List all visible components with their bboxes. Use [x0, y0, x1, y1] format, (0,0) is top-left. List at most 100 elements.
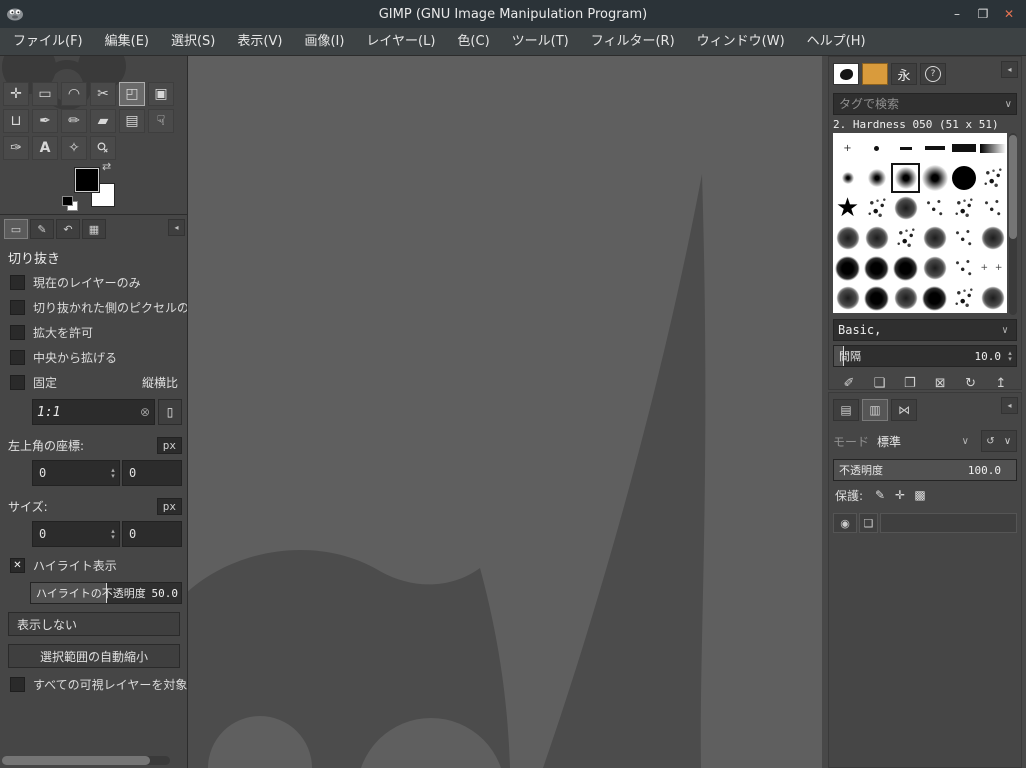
lock-position-button[interactable]: ✛ [890, 486, 910, 504]
dock-menu-icon[interactable]: ◂ [1001, 397, 1018, 414]
position-x-spinner[interactable]: 0 ▴ ▾ [32, 460, 120, 486]
zoom-tool-button[interactable]: ♀ [90, 136, 116, 160]
menu-item[interactable]: ファイル(F) [2, 28, 94, 56]
paintbrush-tool-button[interactable]: ✏ [61, 109, 87, 133]
menu-item[interactable]: ツール(T) [501, 28, 580, 56]
tab-channels[interactable]: ▥ [862, 399, 888, 421]
auto-shrink-button[interactable]: 選択範囲の自動縮小 [8, 644, 180, 668]
allow-growing-checkbox[interactable] [10, 325, 25, 340]
dock-menu-icon[interactable]: ◂ [1001, 61, 1018, 78]
brush-item[interactable] [978, 133, 1007, 163]
size-height-spinner[interactable]: 0 [122, 521, 182, 547]
free-select-tool-button[interactable]: ◠ [61, 82, 87, 106]
brush-item[interactable] [920, 253, 949, 283]
dock-menu-icon[interactable]: ◂ [168, 219, 185, 236]
brush-item[interactable] [833, 193, 862, 223]
menu-item[interactable]: 色(C) [446, 28, 500, 56]
brush-item[interactable] [891, 253, 920, 283]
position-unit-select[interactable]: px [156, 437, 182, 454]
brush-item[interactable] [920, 223, 949, 253]
tab-layers[interactable]: ▤ [833, 399, 859, 421]
spacing-slider[interactable]: 間隔 10.0 ▴ ▾ [833, 345, 1017, 367]
rectangle-select-tool-button[interactable]: ▭ [32, 82, 58, 106]
close-button[interactable]: ✕ [996, 0, 1022, 28]
move-tool-button[interactable]: ✛ [3, 82, 29, 106]
refresh-brushes-button[interactable]: ↻ [957, 373, 985, 393]
layer-row[interactable]: ◉ ❑ [829, 513, 1021, 533]
brush-item[interactable] [978, 223, 1007, 253]
brush-item[interactable] [949, 253, 978, 283]
brush-item[interactable] [833, 253, 862, 283]
layer-thumbnail-icon[interactable]: ❑ [859, 513, 878, 533]
tab-fonts[interactable]: 永 [891, 63, 917, 85]
default-colors-icon[interactable] [62, 196, 80, 212]
smudge-tool-button[interactable]: ☟ [148, 109, 174, 133]
clone-tool-button[interactable]: ▤ [119, 109, 145, 133]
brush-item[interactable] [833, 133, 862, 163]
ink-tool-button[interactable]: ✒ [32, 109, 58, 133]
brush-item[interactable] [862, 253, 891, 283]
highlight-checkbox[interactable] [10, 558, 25, 573]
brush-item[interactable] [862, 223, 891, 253]
brush-item[interactable] [949, 133, 978, 163]
brush-item[interactable] [920, 283, 949, 313]
fixed-checkbox[interactable] [10, 375, 25, 390]
brush-item[interactable] [920, 193, 949, 223]
brush-item[interactable] [891, 283, 920, 313]
spinner-arrows-icon[interactable]: ▴▾ [107, 528, 119, 541]
brush-item[interactable] [862, 193, 891, 223]
unified-transform-tool-button[interactable]: ▣ [148, 82, 174, 106]
menu-item[interactable]: ウィンドウ(W) [686, 28, 796, 56]
visibility-eye-icon[interactable]: ◉ [833, 513, 857, 533]
edit-brush-button[interactable]: ✐ [835, 373, 863, 393]
tab-document-history[interactable]: ? [920, 63, 946, 85]
lock-pixels-button[interactable]: ✎ [870, 486, 890, 504]
brush-item[interactable] [920, 163, 949, 193]
brush-item[interactable] [862, 283, 891, 313]
expand-from-center-checkbox[interactable] [10, 350, 25, 365]
clear-icon[interactable]: ⊗ [140, 405, 154, 419]
brush-item[interactable] [949, 163, 978, 193]
brush-item[interactable] [833, 283, 862, 313]
aspect-ratio-input[interactable] [33, 404, 140, 420]
brush-search-input[interactable] [834, 97, 1001, 111]
tab-patterns[interactable] [862, 63, 888, 85]
opacity-slider[interactable]: 不透明度 100.0 ▴▾ [833, 459, 1017, 481]
fixed-aspect-select[interactable]: 縦横比 [142, 374, 187, 391]
maximize-button[interactable]: ❐ [970, 0, 996, 28]
brush-scrollbar[interactable] [1009, 133, 1017, 315]
size-width-spinner[interactable]: 0 ▴ ▾ [32, 521, 120, 547]
menu-item[interactable]: 編集(E) [94, 28, 160, 56]
menu-item[interactable]: 選択(S) [160, 28, 226, 56]
portrait-landscape-button[interactable]: ▯ [158, 399, 182, 425]
brush-item[interactable] [891, 193, 920, 223]
menu-item[interactable]: レイヤー(L) [355, 28, 446, 56]
tab-undo-history[interactable]: ↶ [56, 219, 80, 239]
brush-item[interactable] [978, 163, 1007, 193]
shrink-merged-checkbox[interactable] [10, 677, 25, 692]
delete-cropped-pixels-checkbox[interactable] [10, 300, 25, 315]
brush-item[interactable] [978, 193, 1007, 223]
default-modes-button[interactable]: ↺ [982, 431, 999, 451]
brush-item[interactable] [833, 163, 862, 193]
brush-item[interactable] [862, 133, 891, 163]
tab-paths[interactable]: ⋈ [891, 399, 917, 421]
horizontal-scrollbar[interactable] [2, 756, 170, 765]
layer-name-cell[interactable] [880, 513, 1017, 533]
menu-item[interactable]: フィルター(R) [580, 28, 686, 56]
delete-brush-button[interactable]: ⊠ [926, 373, 954, 393]
brush-item[interactable] [833, 223, 862, 253]
brush-item[interactable] [978, 283, 1007, 313]
new-brush-button[interactable]: ❏ [865, 373, 893, 393]
tab-brushes[interactable] [833, 63, 859, 85]
brush-item[interactable] [949, 193, 978, 223]
open-brush-as-image-button[interactable]: ↥ [987, 373, 1015, 393]
brush-item[interactable] [891, 133, 920, 163]
brush-item[interactable] [862, 163, 891, 193]
paths-tool-button[interactable]: ✑ [3, 136, 29, 160]
lock-alpha-button[interactable]: ▩ [910, 486, 930, 504]
scrollbar-thumb[interactable] [2, 756, 150, 765]
eraser-tool-button[interactable]: ▰ [90, 109, 116, 133]
brush-item[interactable] [949, 223, 978, 253]
tab-device-status[interactable]: ✎ [30, 219, 54, 239]
